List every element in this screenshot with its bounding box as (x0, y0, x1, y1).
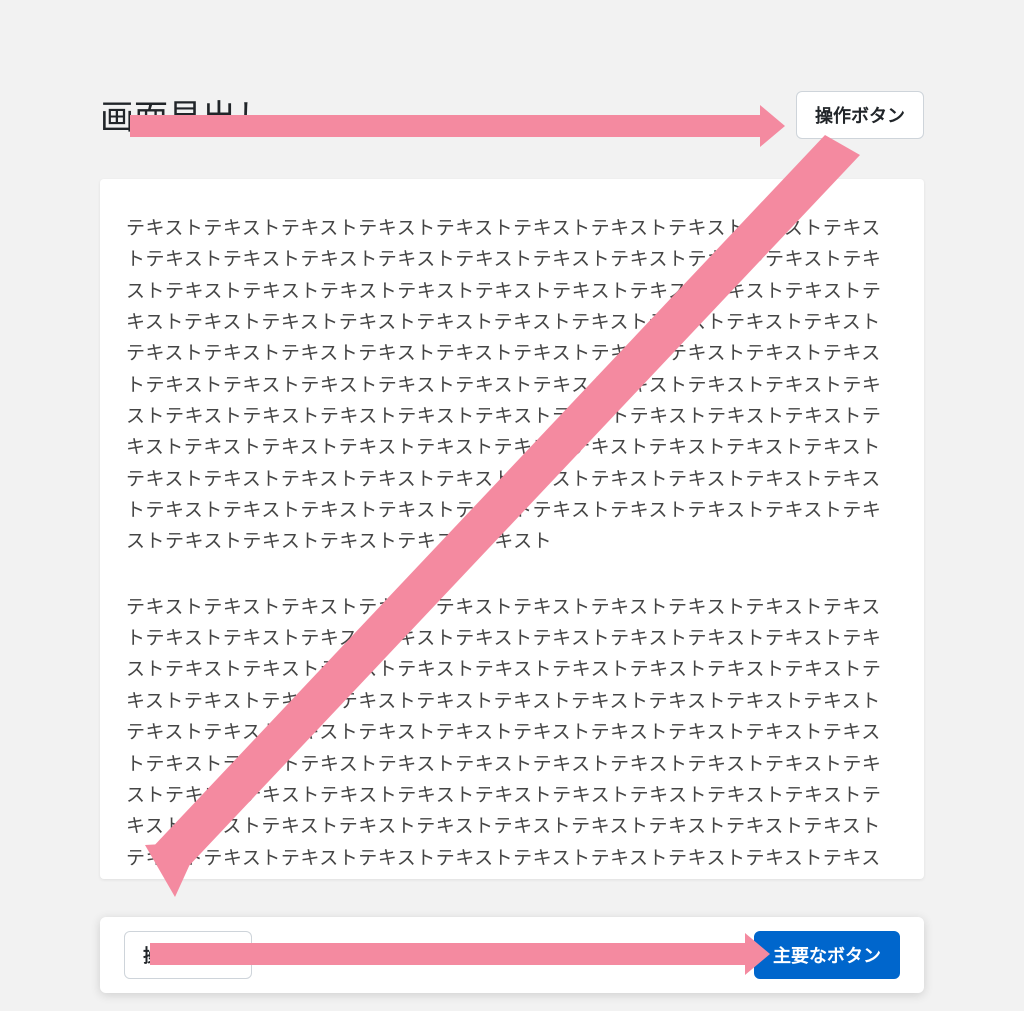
footer-primary-button[interactable]: 主要なボタン (754, 931, 900, 979)
footer-action-bar: 操作ボタン 主要なボタン (100, 917, 924, 993)
content-card: テキストテキストテキストテキストテキストテキストテキストテキストテキストテキスト… (100, 179, 924, 879)
footer-secondary-button[interactable]: 操作ボタン (124, 931, 252, 979)
body-text: テキストテキストテキストテキストテキストテキストテキストテキストテキストテキスト… (126, 213, 898, 879)
paragraph-1: テキストテキストテキストテキストテキストテキストテキストテキストテキストテキスト… (126, 213, 898, 558)
page-title: 画面見出し (100, 90, 270, 139)
page-header: 画面見出し 操作ボタン (100, 90, 924, 139)
header-action-button[interactable]: 操作ボタン (796, 91, 924, 139)
paragraph-2: テキストテキストテキストテキストテキストテキストテキストテキストテキストテキスト… (126, 592, 898, 879)
